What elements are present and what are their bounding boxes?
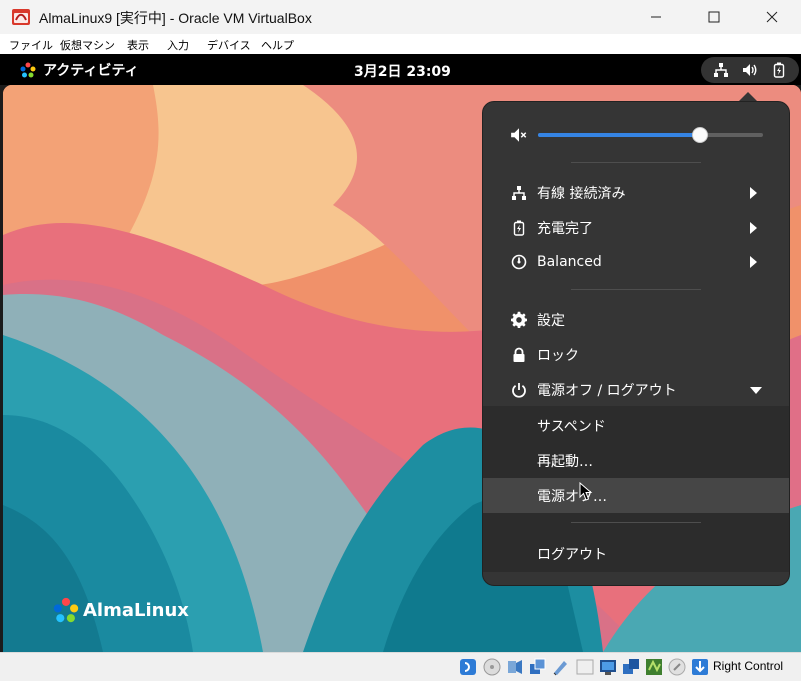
mouse-cursor-icon — [579, 482, 593, 501]
brand-text: AlmaLinux — [83, 599, 189, 621]
submenu-item-label: 電源オフ… — [537, 489, 607, 505]
menu-item-wired[interactable]: 有線 接続済み — [483, 175, 789, 210]
menu-devices[interactable]: デバイス — [207, 37, 251, 53]
separator — [571, 522, 701, 523]
submenu-item-label: サスペンド — [537, 419, 606, 435]
lock-icon — [510, 346, 528, 364]
activities-button[interactable]: アクティビティ — [20, 60, 139, 80]
menu-item-label: 電源オフ / ログアウト — [537, 382, 677, 399]
battery-charged-icon — [773, 62, 784, 78]
menu-item-label: Balanced — [537, 253, 602, 270]
menu-item-label: ロック — [537, 347, 579, 364]
video-capture-icon[interactable] — [599, 658, 617, 676]
volume-slider-handle[interactable] — [692, 127, 708, 143]
mouse-integration-icon[interactable] — [668, 658, 686, 676]
usb-icon[interactable] — [506, 658, 524, 676]
network-wired-icon — [714, 63, 729, 77]
system-menu-popover: 有線 接続済み 充電完了 Balanced 設定 ロック 電源オフ / ログアウ… — [482, 101, 790, 586]
submenu-item-label: 再起動… — [537, 454, 593, 470]
menu-view[interactable]: 表示 — [127, 37, 149, 53]
window-title: AlmaLinux9 [実行中] - Oracle VM VirtualBox — [39, 10, 312, 26]
almalinux-logo-icon — [53, 597, 79, 623]
host-key-label: Right Control — [713, 659, 784, 673]
close-button[interactable] — [743, 0, 801, 34]
submenu-item-power-off[interactable]: 電源オフ… — [483, 478, 789, 513]
guest-additions-icon[interactable] — [645, 658, 663, 676]
battery-charged-icon — [510, 219, 528, 237]
system-tray[interactable] — [701, 57, 799, 83]
menu-item-battery[interactable]: 充電完了 — [483, 210, 789, 245]
volume-slider-fill — [538, 133, 700, 137]
host-key-icon[interactable] — [691, 658, 709, 676]
submenu-item-suspend[interactable]: サスペンド — [483, 408, 789, 443]
window-titlebar: AlmaLinux9 [実行中] - Oracle VM VirtualBox — [0, 0, 801, 34]
maximize-button[interactable] — [685, 0, 743, 34]
clock[interactable]: 3月2日 23:09 — [354, 61, 451, 81]
menu-help[interactable]: ヘルプ — [261, 37, 294, 53]
chevron-right-icon — [750, 221, 757, 234]
menu-item-label: 設定 — [537, 312, 565, 329]
menu-machine[interactable]: 仮想マシン — [60, 37, 115, 53]
menu-item-label: 有線 接続済み — [537, 185, 626, 202]
vm-display[interactable]: アクティビティ 3月2日 23:09 AlmaLinux 有線 接続済み 充電完… — [0, 54, 801, 652]
chevron-right-icon — [750, 186, 757, 199]
minimize-button[interactable] — [627, 0, 685, 34]
menu-item-power-profile[interactable]: Balanced — [483, 244, 789, 279]
submenu-item-logout[interactable]: ログアウト — [483, 536, 789, 571]
network-icon[interactable] — [529, 658, 547, 676]
power-icon — [510, 381, 528, 399]
speaker-icon — [742, 64, 757, 76]
maximize-icon — [708, 11, 720, 23]
display-icon[interactable] — [576, 658, 594, 676]
audio-icon[interactable] — [459, 658, 477, 676]
chevron-down-icon — [750, 387, 762, 394]
separator — [571, 289, 701, 290]
chevron-right-icon — [750, 255, 757, 268]
minimize-icon — [651, 16, 661, 18]
network-wired-icon — [510, 184, 528, 202]
menu-file[interactable]: ファイル — [9, 37, 53, 53]
almalinux-logo-icon — [20, 62, 36, 78]
popover-arrow — [739, 92, 757, 101]
cpu-icon[interactable] — [622, 658, 640, 676]
almalinux-brand: AlmaLinux — [53, 597, 189, 623]
submenu-item-label: ログアウト — [537, 547, 607, 563]
speaker-muted-icon[interactable] — [510, 126, 528, 144]
menu-item-settings[interactable]: 設定 — [483, 302, 789, 337]
shared-folders-icon[interactable] — [552, 658, 570, 676]
gear-icon — [510, 311, 528, 329]
power-submenu: サスペンド 再起動… 電源オフ… ログアウト — [483, 406, 789, 572]
menu-item-lock[interactable]: ロック — [483, 337, 789, 372]
activities-label: アクティビティ — [43, 63, 139, 79]
separator — [571, 162, 701, 163]
menu-input[interactable]: 入力 — [167, 37, 189, 53]
gnome-top-bar: アクティビティ 3月2日 23:09 — [0, 54, 801, 85]
submenu-item-restart[interactable]: 再起動… — [483, 443, 789, 478]
volume-slider[interactable] — [538, 127, 763, 143]
optical-drive-icon[interactable] — [483, 658, 501, 676]
virtualbox-app-icon — [12, 9, 30, 25]
vm-menubar: ファイル 仮想マシン 表示 入力 デバイス ヘルプ — [0, 34, 801, 54]
close-icon — [766, 11, 778, 23]
vm-status-bar: Right Control — [0, 652, 801, 681]
menu-item-label: 充電完了 — [537, 220, 593, 237]
volume-row — [483, 117, 789, 152]
menu-item-power-off-logout[interactable]: 電源オフ / ログアウト — [483, 372, 789, 407]
power-profile-icon — [510, 253, 528, 271]
